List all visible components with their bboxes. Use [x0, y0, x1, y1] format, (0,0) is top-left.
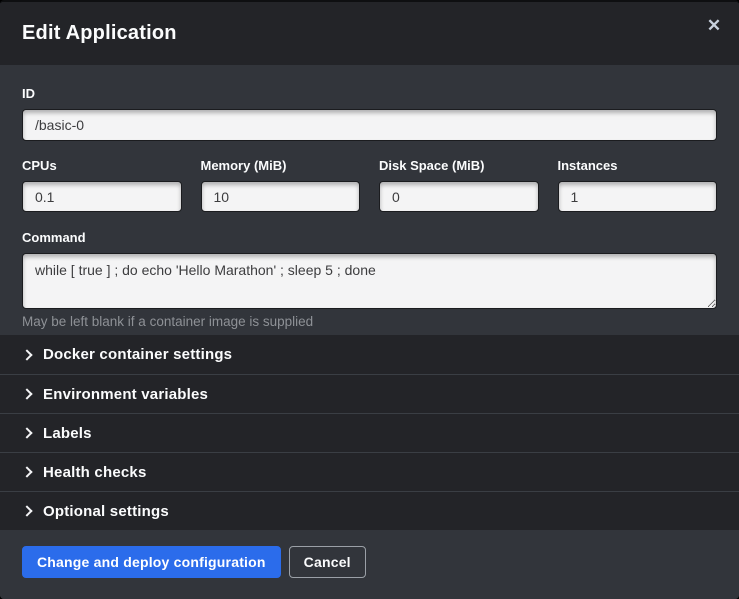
memory-field-group: Memory (MiB): [201, 158, 361, 212]
memory-label: Memory (MiB): [201, 158, 361, 173]
chevron-right-icon: [21, 505, 32, 516]
id-input[interactable]: [22, 109, 717, 141]
instances-label: Instances: [558, 158, 718, 173]
command-label: Command: [22, 230, 717, 245]
command-help-text: May be left blank if a container image i…: [22, 314, 717, 329]
cpus-label: CPUs: [22, 158, 182, 173]
edit-application-modal: Edit Application ✕ ID CPUs Memory (MiB) …: [0, 0, 739, 599]
cpus-field-group: CPUs: [22, 158, 182, 212]
section-labels[interactable]: Labels: [0, 413, 739, 452]
close-icon[interactable]: ✕: [702, 14, 726, 38]
section-label: Docker container settings: [43, 346, 232, 363]
id-label: ID: [22, 86, 717, 101]
cpus-input[interactable]: [22, 181, 182, 212]
chevron-right-icon: [21, 388, 32, 399]
chevron-right-icon: [21, 466, 32, 477]
command-field-group: Command while [ true ] ; do echo 'Hello …: [22, 230, 717, 329]
section-label: Environment variables: [43, 386, 208, 403]
application-form: ID CPUs Memory (MiB) Disk Space (MiB) In…: [0, 65, 739, 335]
disk-space-label: Disk Space (MiB): [379, 158, 539, 173]
modal-header: Edit Application ✕: [0, 2, 739, 65]
chevron-right-icon: [21, 427, 32, 438]
memory-input[interactable]: [201, 181, 361, 212]
modal-footer: Change and deploy configuration Cancel: [0, 530, 739, 599]
resources-row: CPUs Memory (MiB) Disk Space (MiB) Insta…: [22, 158, 717, 212]
section-label: Labels: [43, 425, 92, 442]
command-textarea[interactable]: while [ true ] ; do echo 'Hello Marathon…: [22, 253, 717, 309]
modal-title: Edit Application: [22, 22, 177, 45]
collapsible-sections: Docker container settings Environment va…: [0, 335, 739, 530]
id-field-group: ID: [22, 86, 717, 141]
disk-space-input[interactable]: [379, 181, 539, 212]
chevron-right-icon: [21, 349, 32, 360]
instances-input[interactable]: [558, 181, 718, 212]
section-docker-container-settings[interactable]: Docker container settings: [0, 335, 739, 374]
section-label: Optional settings: [43, 503, 169, 520]
section-environment-variables[interactable]: Environment variables: [0, 374, 739, 413]
disk-space-field-group: Disk Space (MiB): [379, 158, 539, 212]
instances-field-group: Instances: [558, 158, 718, 212]
section-label: Health checks: [43, 464, 146, 481]
section-health-checks[interactable]: Health checks: [0, 452, 739, 491]
cancel-button[interactable]: Cancel: [289, 546, 366, 578]
section-optional-settings[interactable]: Optional settings: [0, 491, 739, 530]
change-and-deploy-button[interactable]: Change and deploy configuration: [22, 546, 281, 578]
